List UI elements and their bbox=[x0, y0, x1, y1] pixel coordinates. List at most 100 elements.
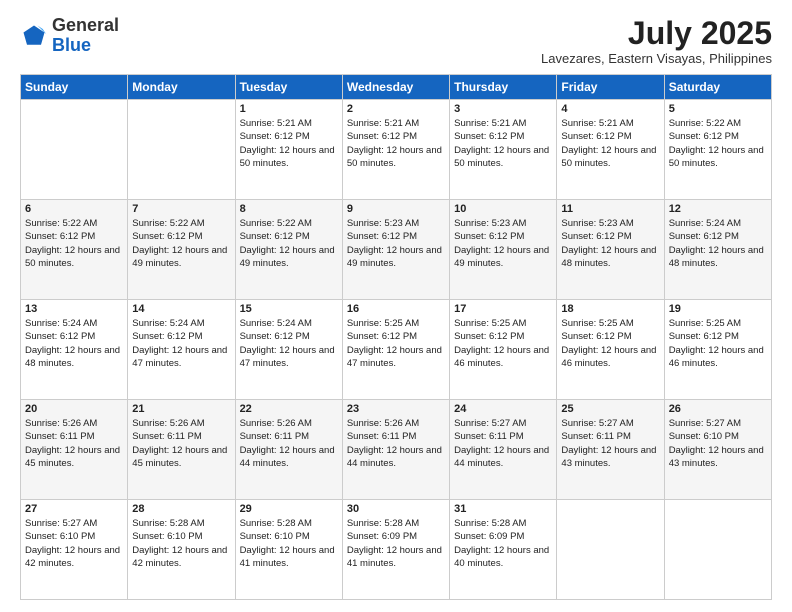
day-info: Sunrise: 5:27 AMSunset: 6:10 PMDaylight:… bbox=[25, 517, 123, 570]
calendar-cell bbox=[128, 100, 235, 200]
day-number: 9 bbox=[347, 203, 445, 215]
day-number: 28 bbox=[132, 503, 230, 515]
calendar-cell: 29 Sunrise: 5:28 AMSunset: 6:10 PMDayligh… bbox=[235, 500, 342, 600]
day-number: 15 bbox=[240, 303, 338, 315]
day-number: 5 bbox=[669, 103, 767, 115]
day-info: Sunrise: 5:21 AMSunset: 6:12 PMDaylight:… bbox=[561, 117, 659, 170]
calendar-cell bbox=[21, 100, 128, 200]
day-number: 21 bbox=[132, 403, 230, 415]
calendar-cell bbox=[557, 500, 664, 600]
calendar-cell: 11 Sunrise: 5:23 AMSunset: 6:12 PMDayligh… bbox=[557, 200, 664, 300]
day-number: 19 bbox=[669, 303, 767, 315]
day-number: 18 bbox=[561, 303, 659, 315]
calendar-cell: 7 Sunrise: 5:22 AMSunset: 6:12 PMDaylight… bbox=[128, 200, 235, 300]
day-info: Sunrise: 5:27 AMSunset: 6:11 PMDaylight:… bbox=[454, 417, 552, 470]
logo-icon bbox=[20, 22, 48, 50]
calendar-cell: 31 Sunrise: 5:28 AMSunset: 6:09 PMDayligh… bbox=[450, 500, 557, 600]
day-info: Sunrise: 5:22 AMSunset: 6:12 PMDaylight:… bbox=[25, 217, 123, 270]
day-number: 26 bbox=[669, 403, 767, 415]
day-info: Sunrise: 5:28 AMSunset: 6:09 PMDaylight:… bbox=[347, 517, 445, 570]
day-info: Sunrise: 5:28 AMSunset: 6:10 PMDaylight:… bbox=[132, 517, 230, 570]
calendar-cell bbox=[664, 500, 771, 600]
day-info: Sunrise: 5:26 AMSunset: 6:11 PMDaylight:… bbox=[240, 417, 338, 470]
day-info: Sunrise: 5:23 AMSunset: 6:12 PMDaylight:… bbox=[347, 217, 445, 270]
day-info: Sunrise: 5:27 AMSunset: 6:10 PMDaylight:… bbox=[669, 417, 767, 470]
calendar-cell: 5 Sunrise: 5:22 AMSunset: 6:12 PMDaylight… bbox=[664, 100, 771, 200]
calendar-cell: 2 Sunrise: 5:21 AMSunset: 6:12 PMDaylight… bbox=[342, 100, 449, 200]
calendar-cell: 13 Sunrise: 5:24 AMSunset: 6:12 PMDayligh… bbox=[21, 300, 128, 400]
calendar-cell: 21 Sunrise: 5:26 AMSunset: 6:11 PMDayligh… bbox=[128, 400, 235, 500]
calendar: SundayMondayTuesdayWednesdayThursdayFrid… bbox=[20, 74, 772, 600]
day-info: Sunrise: 5:25 AMSunset: 6:12 PMDaylight:… bbox=[561, 317, 659, 370]
day-number: 3 bbox=[454, 103, 552, 115]
day-number: 29 bbox=[240, 503, 338, 515]
day-info: Sunrise: 5:21 AMSunset: 6:12 PMDaylight:… bbox=[347, 117, 445, 170]
day-info: Sunrise: 5:23 AMSunset: 6:12 PMDaylight:… bbox=[561, 217, 659, 270]
calendar-cell: 1 Sunrise: 5:21 AMSunset: 6:12 PMDaylight… bbox=[235, 100, 342, 200]
day-number: 8 bbox=[240, 203, 338, 215]
day-number: 22 bbox=[240, 403, 338, 415]
day-info: Sunrise: 5:24 AMSunset: 6:12 PMDaylight:… bbox=[669, 217, 767, 270]
day-info: Sunrise: 5:27 AMSunset: 6:11 PMDaylight:… bbox=[561, 417, 659, 470]
month-title: July 2025 bbox=[541, 16, 772, 51]
calendar-cell: 25Sunrise: 5:27 AMSunset: 6:11 PMDayligh… bbox=[557, 400, 664, 500]
day-number: 2 bbox=[347, 103, 445, 115]
day-info: Sunrise: 5:26 AMSunset: 6:11 PMDaylight:… bbox=[25, 417, 123, 470]
day-number: 14 bbox=[132, 303, 230, 315]
calendar-cell: 16 Sunrise: 5:25 AMSunset: 6:12 PMDayligh… bbox=[342, 300, 449, 400]
location-title: Lavezares, Eastern Visayas, Philippines bbox=[541, 51, 772, 66]
calendar-cell: 9 Sunrise: 5:23 AMSunset: 6:12 PMDaylight… bbox=[342, 200, 449, 300]
day-number: 17 bbox=[454, 303, 552, 315]
calendar-cell: 15 Sunrise: 5:24 AMSunset: 6:12 PMDayligh… bbox=[235, 300, 342, 400]
header: General Blue July 2025 Lavezares, Easter… bbox=[20, 16, 772, 66]
weekday-header-saturday: Saturday bbox=[664, 75, 771, 100]
day-info: Sunrise: 5:22 AMSunset: 6:12 PMDaylight:… bbox=[669, 117, 767, 170]
weekday-header-tuesday: Tuesday bbox=[235, 75, 342, 100]
day-info: Sunrise: 5:22 AMSunset: 6:12 PMDaylight:… bbox=[132, 217, 230, 270]
calendar-cell: 4Sunrise: 5:21 AMSunset: 6:12 PMDaylight… bbox=[557, 100, 664, 200]
calendar-cell: 8Sunrise: 5:22 AMSunset: 6:12 PMDaylight… bbox=[235, 200, 342, 300]
day-number: 7 bbox=[132, 203, 230, 215]
day-number: 12 bbox=[669, 203, 767, 215]
day-number: 11 bbox=[561, 203, 659, 215]
calendar-cell: 30 Sunrise: 5:28 AMSunset: 6:09 PMDayligh… bbox=[342, 500, 449, 600]
calendar-cell: 22 Sunrise: 5:26 AMSunset: 6:11 PMDayligh… bbox=[235, 400, 342, 500]
calendar-cell: 14 Sunrise: 5:24 AMSunset: 6:12 PMDayligh… bbox=[128, 300, 235, 400]
day-info: Sunrise: 5:28 AMSunset: 6:10 PMDaylight:… bbox=[240, 517, 338, 570]
calendar-cell: 10Sunrise: 5:23 AMSunset: 6:12 PMDayligh… bbox=[450, 200, 557, 300]
day-number: 30 bbox=[347, 503, 445, 515]
day-info: Sunrise: 5:24 AMSunset: 6:12 PMDaylight:… bbox=[132, 317, 230, 370]
calendar-cell: 18 Sunrise: 5:25 AMSunset: 6:12 PMDayligh… bbox=[557, 300, 664, 400]
calendar-cell: 12 Sunrise: 5:24 AMSunset: 6:12 PMDayligh… bbox=[664, 200, 771, 300]
weekday-header-monday: Monday bbox=[128, 75, 235, 100]
day-number: 1 bbox=[240, 103, 338, 115]
calendar-cell: 20Sunrise: 5:26 AMSunset: 6:11 PMDayligh… bbox=[21, 400, 128, 500]
day-number: 31 bbox=[454, 503, 552, 515]
day-number: 10 bbox=[454, 203, 552, 215]
weekday-header-thursday: Thursday bbox=[450, 75, 557, 100]
day-number: 23 bbox=[347, 403, 445, 415]
day-info: Sunrise: 5:25 AMSunset: 6:12 PMDaylight:… bbox=[669, 317, 767, 370]
day-info: Sunrise: 5:26 AMSunset: 6:11 PMDaylight:… bbox=[132, 417, 230, 470]
day-number: 16 bbox=[347, 303, 445, 315]
logo-general-text: General bbox=[52, 15, 119, 35]
title-block: July 2025 Lavezares, Eastern Visayas, Ph… bbox=[541, 16, 772, 66]
calendar-cell: 28 Sunrise: 5:28 AMSunset: 6:10 PMDayligh… bbox=[128, 500, 235, 600]
day-number: 6 bbox=[25, 203, 123, 215]
day-info: Sunrise: 5:26 AMSunset: 6:11 PMDaylight:… bbox=[347, 417, 445, 470]
day-number: 13 bbox=[25, 303, 123, 315]
calendar-cell: 6 Sunrise: 5:22 AMSunset: 6:12 PMDaylight… bbox=[21, 200, 128, 300]
day-number: 27 bbox=[25, 503, 123, 515]
weekday-header-wednesday: Wednesday bbox=[342, 75, 449, 100]
calendar-cell: 3 Sunrise: 5:21 AMSunset: 6:12 PMDaylight… bbox=[450, 100, 557, 200]
day-info: Sunrise: 5:24 AMSunset: 6:12 PMDaylight:… bbox=[25, 317, 123, 370]
day-info: Sunrise: 5:21 AMSunset: 6:12 PMDaylight:… bbox=[240, 117, 338, 170]
day-info: Sunrise: 5:25 AMSunset: 6:12 PMDaylight:… bbox=[347, 317, 445, 370]
weekday-header-sunday: Sunday bbox=[21, 75, 128, 100]
calendar-cell: 19 Sunrise: 5:25 AMSunset: 6:12 PMDayligh… bbox=[664, 300, 771, 400]
day-info: Sunrise: 5:24 AMSunset: 6:12 PMDaylight:… bbox=[240, 317, 338, 370]
day-info: Sunrise: 5:28 AMSunset: 6:09 PMDaylight:… bbox=[454, 517, 552, 570]
day-info: Sunrise: 5:21 AMSunset: 6:12 PMDaylight:… bbox=[454, 117, 552, 170]
logo: General Blue bbox=[20, 16, 119, 56]
calendar-cell: 27 Sunrise: 5:27 AMSunset: 6:10 PMDayligh… bbox=[21, 500, 128, 600]
